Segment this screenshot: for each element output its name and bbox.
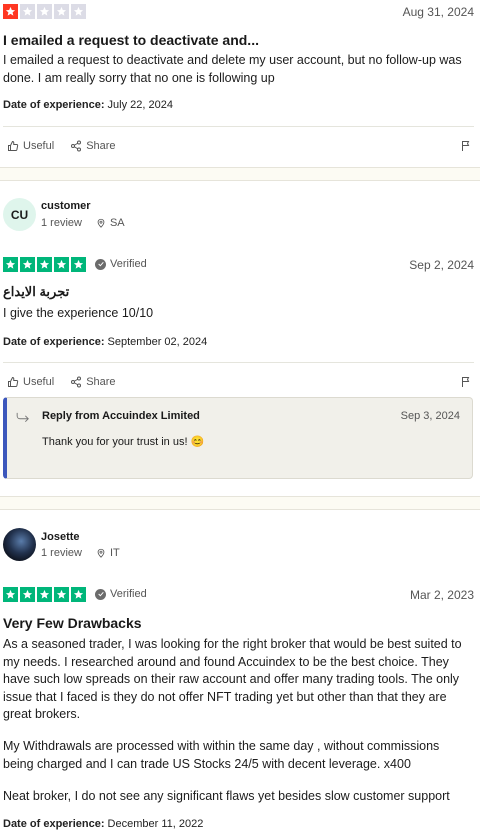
star-rating bbox=[3, 257, 86, 272]
company-reply: Reply from Accuindex Limited Sep 3, 2024… bbox=[3, 397, 473, 479]
thumbs-up-icon bbox=[8, 376, 19, 387]
reply-text: Thank you for your trust in us! 😊 bbox=[42, 436, 205, 448]
check-circle-icon bbox=[95, 258, 106, 270]
divider bbox=[3, 126, 474, 127]
review-count: 1 review bbox=[41, 217, 82, 229]
star-icon bbox=[37, 257, 52, 272]
reply-from: Reply from Accuindex Limited bbox=[42, 410, 200, 422]
star-icon bbox=[54, 4, 69, 19]
star-icon bbox=[20, 4, 35, 19]
star-icon bbox=[71, 257, 86, 272]
review-actions: Useful Share bbox=[7, 140, 116, 152]
review-date: Sep 2, 2024 bbox=[409, 258, 474, 272]
review-card-2: CU customer 1 review SA Verified Sep 2, … bbox=[0, 181, 480, 496]
date-of-experience: Date of experience: July 22, 2024 bbox=[3, 99, 173, 111]
reviewer-meta: 1 review SA bbox=[41, 217, 125, 229]
reviewer-country: IT bbox=[109, 547, 120, 559]
date-of-experience: Date of experience: September 02, 2024 bbox=[3, 336, 207, 348]
date-of-experience: Date of experience: December 11, 2022 bbox=[3, 818, 203, 830]
share-button[interactable]: Share bbox=[70, 140, 116, 152]
review-actions: Useful Share bbox=[7, 376, 116, 388]
star-icon bbox=[3, 257, 18, 272]
doe-label: Date of experience: bbox=[3, 818, 105, 830]
review-body-paragraph: My Withdrawals are processed with within… bbox=[3, 739, 440, 771]
verified-label: Verified bbox=[110, 588, 147, 600]
useful-button[interactable]: Useful bbox=[7, 140, 54, 152]
star-icon bbox=[3, 587, 18, 602]
reviewer-meta: 1 review IT bbox=[41, 547, 120, 559]
star-icon bbox=[3, 4, 18, 19]
star-icon bbox=[54, 587, 69, 602]
useful-label: Useful bbox=[23, 140, 55, 152]
avatar[interactable] bbox=[3, 528, 36, 561]
doe-value: December 11, 2022 bbox=[107, 818, 204, 830]
share-icon bbox=[71, 376, 82, 388]
reply-arrow-icon bbox=[16, 412, 29, 422]
review-body-paragraph: As a seasoned trader, I was looking for … bbox=[3, 637, 462, 721]
star-icon bbox=[20, 257, 35, 272]
location-pin-icon bbox=[97, 218, 105, 228]
share-button[interactable]: Share bbox=[70, 376, 116, 388]
review-date: Aug 31, 2024 bbox=[402, 5, 474, 19]
check-circle-icon bbox=[95, 588, 106, 600]
review-body-paragraph: Neat broker, I do not see any significan… bbox=[3, 789, 450, 803]
star-rating bbox=[3, 4, 86, 19]
review-separator bbox=[0, 167, 480, 181]
useful-label: Useful bbox=[23, 376, 55, 388]
useful-button[interactable]: Useful bbox=[7, 376, 54, 388]
review-title[interactable]: I emailed a request to deactivate and... bbox=[3, 32, 259, 48]
verified-badge: Verified bbox=[95, 258, 147, 270]
review-body: I give the experience 10/10 bbox=[3, 306, 154, 320]
star-icon bbox=[54, 257, 69, 272]
reply-date: Sep 3, 2024 bbox=[400, 410, 460, 422]
review-date: Mar 2, 2023 bbox=[409, 588, 474, 602]
review-separator bbox=[0, 496, 480, 510]
thumbs-up-icon bbox=[8, 140, 19, 151]
share-label: Share bbox=[86, 376, 116, 388]
review-count: 1 review bbox=[41, 547, 82, 559]
star-icon bbox=[71, 4, 86, 19]
flag-icon[interactable] bbox=[460, 140, 472, 152]
doe-value: July 22, 2024 bbox=[107, 99, 173, 111]
verified-label: Verified bbox=[110, 258, 147, 270]
reviewer-name[interactable]: Josette bbox=[41, 531, 80, 543]
divider bbox=[3, 362, 474, 363]
avatar[interactable]: CU bbox=[3, 198, 36, 231]
star-icon bbox=[20, 587, 35, 602]
star-icon bbox=[71, 587, 86, 602]
star-icon bbox=[37, 587, 52, 602]
review-body: I emailed a request to deactivate and de… bbox=[3, 53, 462, 85]
review-card-1: Aug 31, 2024 I emailed a request to deac… bbox=[0, 0, 480, 167]
review-title[interactable]: تجربة الايداع bbox=[3, 284, 69, 300]
star-rating bbox=[3, 587, 86, 602]
verified-badge: Verified bbox=[95, 588, 147, 600]
star-icon bbox=[37, 4, 52, 19]
share-icon bbox=[71, 140, 82, 152]
review-title[interactable]: Very Few Drawbacks bbox=[3, 615, 142, 631]
review-card-3: Josette 1 review IT Verified Mar 2, 2023… bbox=[0, 510, 480, 836]
doe-value: September 02, 2024 bbox=[107, 336, 208, 348]
flag-icon[interactable] bbox=[460, 376, 472, 388]
reviewer-country: SA bbox=[109, 217, 125, 229]
doe-label: Date of experience: bbox=[3, 99, 105, 111]
reviewer-name[interactable]: customer bbox=[41, 200, 91, 212]
share-label: Share bbox=[86, 140, 116, 152]
doe-label: Date of experience: bbox=[3, 336, 105, 348]
location-pin-icon bbox=[97, 548, 105, 558]
